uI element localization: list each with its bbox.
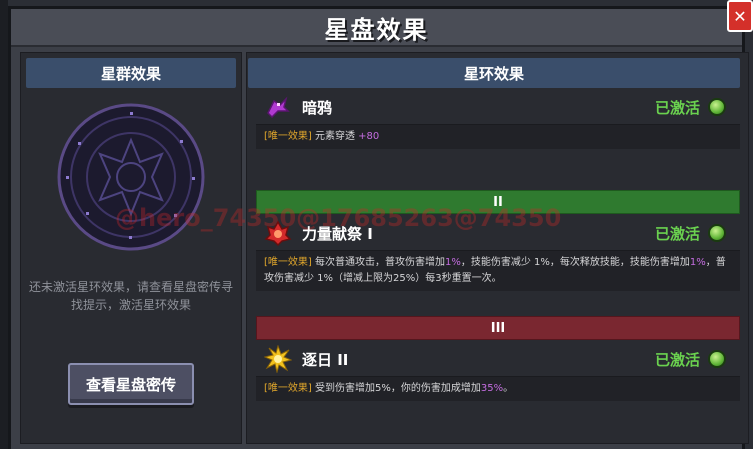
fire-sacrifice-icon — [264, 220, 292, 247]
active-status: 已激活 — [654, 350, 700, 369]
dialog-title: 星盘效果 — [324, 15, 429, 44]
close-icon: ✕ — [733, 6, 747, 26]
effect-text: 元素穿透 — [311, 131, 359, 142]
tier-divider-3: III — [256, 316, 740, 340]
close-button[interactable]: ✕ — [727, 0, 753, 32]
effect-tag: [唯一效果] — [264, 131, 312, 142]
effect-tag: [唯一效果] — [264, 257, 312, 268]
active-status: 已激活 — [654, 98, 700, 117]
effect-text: 每次普通攻击，普攻伤害增加 — [311, 257, 445, 268]
effect-value: 1% — [445, 257, 461, 268]
active-indicator-icon — [708, 224, 726, 242]
effect-text: 受到伤害增加5%，你的伤害加成增加 — [311, 383, 481, 394]
effect-text: 。 — [503, 383, 514, 394]
effect-name: 逐日 II — [302, 350, 349, 369]
star-ring-header: 星环效果 — [248, 58, 740, 88]
active-status: 已激活 — [654, 224, 700, 243]
effect-description: [唯一效果] 元素穿透 +80 — [256, 124, 740, 149]
title-bar: 星盘效果 — [11, 9, 742, 47]
crow-icon — [267, 96, 290, 119]
view-starchart-lore-button[interactable]: 查看星盘密传 — [68, 363, 194, 405]
effect-tag: [唯一效果] — [264, 383, 312, 394]
effect-card: 逐日 II 已激活 [唯一效果] 受到伤害增加5%，你的伤害加成增加35%。 — [256, 342, 740, 401]
active-indicator-icon — [708, 350, 726, 368]
effect-value: +80 — [358, 131, 380, 142]
effect-card: 暗鸦 已激活 [唯一效果] 元素穿透 +80 — [256, 90, 740, 149]
effect-card: 力量献祭 I 已激活 [唯一效果] 每次普通攻击，普攻伤害增加1%，技能伤害减少… — [256, 216, 740, 291]
effect-value: 1% — [689, 257, 706, 268]
constellation-hint: 还未激活星环效果，请查看星盘密传寻找提示，激活星环效果 — [28, 280, 233, 312]
effect-name: 暗鸦 — [302, 98, 333, 117]
effect-description: [唯一效果] 每次普通攻击，普攻伤害增加1%，技能伤害减少 1%，每次释放技能，… — [256, 250, 740, 291]
effect-value: 35% — [480, 383, 504, 394]
effect-description: [唯一效果] 受到伤害增加5%，你的伤害加成增加35%。 — [256, 376, 740, 401]
effect-text: ，技能伤害减少 1%，每次释放技能，技能伤害增加 — [460, 257, 690, 268]
active-indicator-icon — [708, 98, 726, 116]
effect-name: 力量献祭 I — [302, 224, 373, 243]
left-edge — [0, 0, 8, 449]
sun-icon — [264, 345, 292, 373]
constellation-header: 星群效果 — [26, 58, 236, 88]
